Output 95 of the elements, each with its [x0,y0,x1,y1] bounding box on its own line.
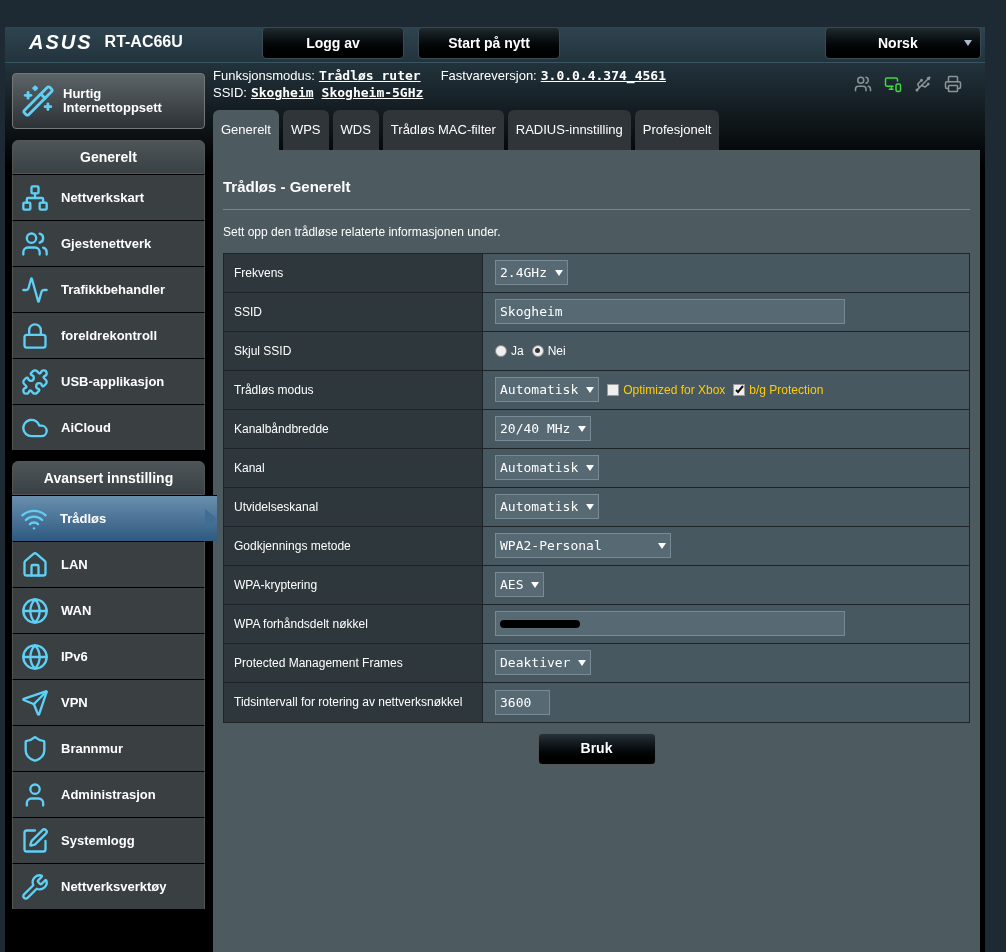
devices-icon[interactable] [884,75,902,93]
sidebar-item[interactable]: IPv6 [12,633,205,679]
printer-icon[interactable] [944,75,962,93]
sidebar-item[interactable]: Nettverksverktøy [12,863,205,909]
radio-button[interactable] [495,344,507,357]
sidebar-item[interactable]: Brannmur [12,725,205,771]
header-button[interactable]: Logg av [262,27,404,59]
caret-icon [586,386,595,393]
checkbox[interactable] [733,383,746,396]
header-button[interactable]: Start på nytt [418,27,560,59]
setting-label: Kanalbåndbredde [224,409,483,448]
logo: ASUS [29,30,93,55]
input-field[interactable]: Skogheim [495,299,845,324]
setting-label: Protected Management Frames [224,643,483,682]
usb-icon[interactable] [914,75,932,93]
input-field[interactable]: 3600 [495,689,550,715]
dropdown[interactable]: 2.4GHz [495,260,568,285]
dropdown[interactable]: Automatisk [495,455,600,480]
sidebar-item[interactable]: LAN [12,541,205,587]
sidebar-item[interactable]: foreldrekontroll [12,312,205,358]
radio-label: Nei [547,342,566,360]
house-icon [21,550,49,579]
sidebar-item[interactable]: WAN [12,587,205,633]
ssid-link[interactable]: Skogheim [250,84,314,101]
caret-icon [578,659,587,666]
users-icon [21,229,49,258]
model-name: RT-AC66U [104,32,183,52]
dropdown[interactable]: Automatisk [495,494,600,519]
dropdown[interactable]: Automatisk [495,377,600,402]
checkbox[interactable] [607,383,620,396]
sidebar-header: Avansert innstilling [12,461,205,495]
puzzle-icon [21,367,49,396]
setting-label: Utvidelseskanal [224,487,483,526]
plane-icon [21,688,49,717]
tab[interactable]: Trådløs MAC-filter [382,110,504,150]
sidebar-item[interactable]: USB-applikasjon [12,358,205,404]
ssid-label: SSID: [213,84,247,101]
chart-icon [21,275,49,304]
sidebar-item[interactable]: Systemlogg [12,817,205,863]
setting-label: Godkjennings metode [224,526,483,565]
dropdown[interactable]: AES [495,572,545,597]
caret-icon [586,503,595,510]
language-dropdown[interactable]: Norsk [825,27,981,59]
radio-label: Ja [511,342,524,360]
quick-setup-button[interactable]: Hurtig Internettoppsett [12,73,205,129]
firmware-label: Fastvareversjon: [440,67,537,84]
panel-description: Sett opp den trådløse relaterte informasjonen under. [223,223,502,241]
setting-label: WPA-kryptering [224,565,483,604]
setting-label: SSID [224,292,483,331]
mode-link[interactable]: Trådløs ruter [318,67,421,84]
apply-button[interactable]: Bruk [537,732,656,765]
tab[interactable]: WDS [332,110,379,150]
tab[interactable]: WPS [282,110,329,150]
caret-icon [531,581,540,588]
magic-wand-icon [21,84,55,118]
dropdown[interactable]: WPA2-Personal [495,533,671,558]
sidebar-item[interactable]: VPN [12,679,205,725]
setting-label: Trådløs modus [224,370,483,409]
edit-icon [21,826,49,855]
mode-label: Funksjonsmodus: [213,67,315,84]
tab[interactable]: RADIUS-innstilling [507,110,631,150]
globe-icon [21,596,49,625]
tab[interactable]: Profesjonelt [634,110,720,150]
ssid-link[interactable]: Skogheim-5GHz [321,84,424,101]
setting-label: Skjul SSID [224,331,483,370]
setting-label: Frekvens [224,253,483,292]
lock-icon [21,321,49,350]
dropdown[interactable]: 20/40 MHz [495,416,592,441]
checkbox-label: b/g Protection [749,381,824,399]
password-field[interactable] [495,611,845,636]
setting-label: Kanal [224,448,483,487]
network-icon [21,183,49,212]
sidebar-item[interactable]: Gjestenettverk [12,220,205,266]
tab[interactable]: Generelt [213,110,279,150]
checkbox-label: Optimized for Xbox [623,381,726,399]
firmware-link[interactable]: 3.0.0.4.374_4561 [540,67,666,84]
setting-label: Tidsintervall for rotering av nettverksnøkkel [224,682,483,722]
caret-icon [658,542,666,549]
clients-icon[interactable] [854,75,872,93]
dropdown[interactable]: Deaktiver [495,650,592,675]
sidebar-item[interactable]: Trådløs [12,495,217,541]
caret-icon [964,40,972,46]
sidebar-item[interactable]: Nettverkskart [12,174,205,220]
radio-button[interactable] [531,344,544,357]
caret-icon [578,425,587,432]
panel-title: Trådløs - Generelt [223,176,970,210]
globe-icon [21,642,49,671]
setting-label: WPA forhåndsdelt nøkkel [224,604,483,643]
wrench-icon [21,872,49,901]
sidebar-item[interactable]: Administrasjon [12,771,205,817]
sidebar-item[interactable]: AiCloud [12,404,205,450]
caret-icon [554,269,563,276]
caret-icon [586,464,595,471]
sidebar-header: Generelt [12,140,205,174]
sidebar-item[interactable]: Trafikkbehandler [12,266,205,312]
